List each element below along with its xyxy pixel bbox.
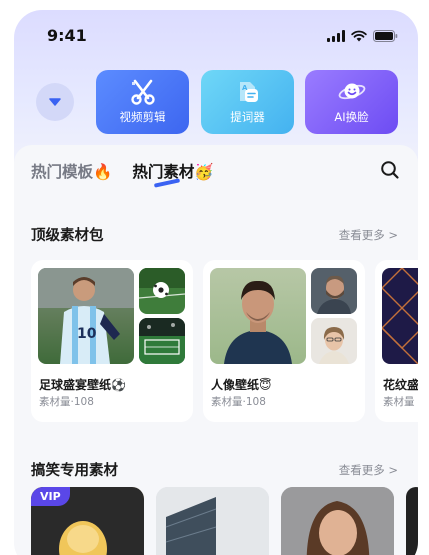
funny-card-1[interactable]: VIP <box>31 487 144 555</box>
app-screen: 9:41 视频剪辑 A 提词器 AI换脸 热门模板🔥 热门素材🥳 顶级素材包 查… <box>14 10 418 555</box>
pattern-image <box>382 268 418 364</box>
content-panel: 热门模板🔥 热门素材🥳 顶级素材包 查看更多 > 10 足球盛宴壁纸⚽ 素材量·… <box>14 145 418 555</box>
status-time: 9:41 <box>47 26 87 45</box>
pack-card-pattern[interactable]: 花纹盛 素材量 <box>375 260 418 422</box>
pack-card-portrait[interactable]: 人像壁纸😇 素材量·108 <box>203 260 365 422</box>
tab-hot-materials[interactable]: 热门素材🥳 <box>132 160 214 188</box>
stadium-image <box>139 318 185 364</box>
pack-count: 素材量 <box>383 396 415 408</box>
funny-image-3 <box>281 487 394 555</box>
teleprompter-button[interactable]: A 提词器 <box>201 70 294 134</box>
top-packs-more-link[interactable]: 查看更多 > <box>339 227 398 243</box>
battery-icon <box>373 30 398 42</box>
dropdown-button[interactable] <box>36 83 74 121</box>
funny-image-2 <box>156 487 269 555</box>
vip-badge: VIP <box>31 487 70 506</box>
category-tabs: 热门模板🔥 热门素材🥳 <box>31 160 214 188</box>
search-icon[interactable] <box>380 160 400 184</box>
top-packs-title: 顶级素材包 <box>31 228 104 244</box>
triangle-down-icon <box>49 98 61 106</box>
pack-title: 花纹盛 <box>383 378 418 392</box>
wifi-icon <box>351 30 367 42</box>
ai-face-swap-icon <box>338 83 365 100</box>
pack-title: 足球盛宴壁纸⚽ <box>39 378 126 392</box>
scissors-icon <box>130 79 155 105</box>
video-edit-button[interactable]: 视频剪辑 <box>96 70 189 134</box>
teleprompter-label: 提词器 <box>230 110 265 124</box>
pack-title: 人像壁纸😇 <box>211 378 272 392</box>
portrait-bearded-man-image <box>311 268 357 314</box>
soccer-ball-image <box>139 268 185 314</box>
funny-more-link[interactable]: 查看更多 > <box>339 462 398 478</box>
signal-icon <box>327 30 345 42</box>
video-edit-label: 视频剪辑 <box>119 110 166 124</box>
status-bar: 9:41 <box>14 10 418 60</box>
funny-card-2[interactable] <box>156 487 269 555</box>
tab-hot-materials-label: 热门素材🥳 <box>132 163 214 181</box>
tab-hot-templates[interactable]: 热门模板🔥 <box>31 160 112 182</box>
pack-card-football[interactable]: 10 足球盛宴壁纸⚽ 素材量·108 <box>31 260 193 422</box>
status-icons <box>327 30 398 42</box>
pack-count: 素材量·108 <box>211 396 266 408</box>
football-player-image: 10 <box>38 268 134 364</box>
ai-face-swap-label: AI换脸 <box>334 110 369 124</box>
funny-card-4[interactable] <box>406 487 418 555</box>
portrait-woman-image <box>311 318 357 364</box>
ai-face-swap-button[interactable]: AI换脸 <box>305 70 398 134</box>
funny-card-3[interactable] <box>281 487 394 555</box>
svg-text:A: A <box>242 84 248 92</box>
portrait-man-image <box>210 268 306 364</box>
funny-section-title: 搞笑专用素材 <box>31 463 118 479</box>
teleprompter-icon: A <box>239 82 258 102</box>
svg-text:10: 10 <box>77 326 97 342</box>
pack-count: 素材量·108 <box>39 396 94 408</box>
